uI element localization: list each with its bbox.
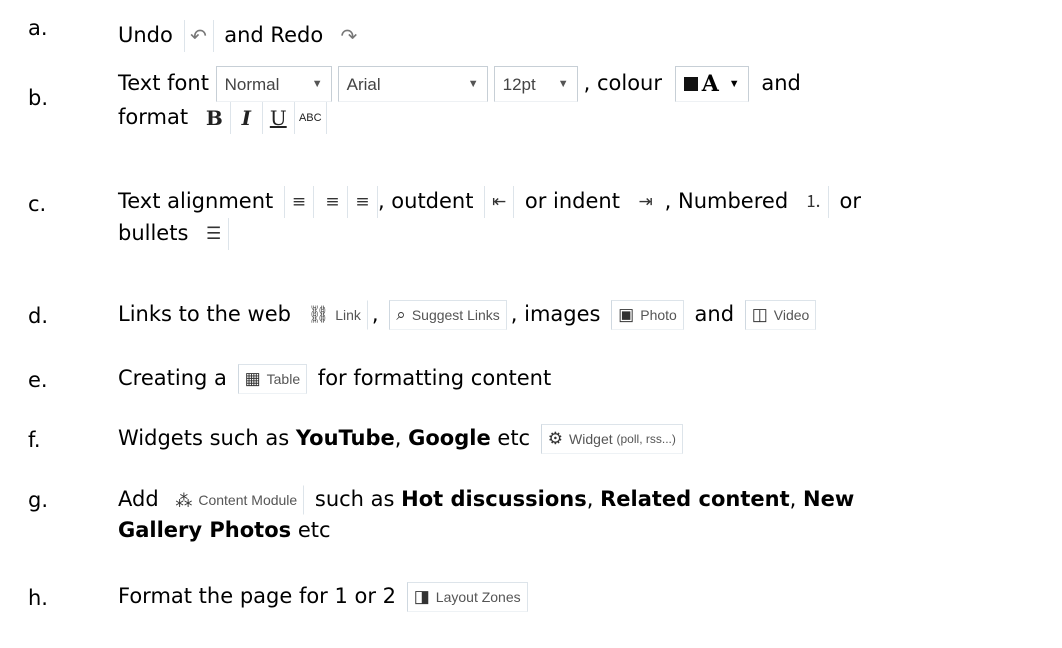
item-text: Text alignment	[118, 189, 274, 213]
item-text: , Numbered	[664, 189, 789, 213]
item-text: format	[118, 105, 189, 129]
item-text: , outdent	[377, 189, 474, 213]
item-text: or indent	[524, 189, 620, 213]
underline-button[interactable]: U	[263, 102, 295, 134]
item-text: etc	[497, 426, 531, 450]
item-text: for formatting content	[317, 366, 552, 390]
bullet-list-icon[interactable]: ☰	[199, 218, 230, 250]
item-text-bold: New	[803, 487, 855, 511]
item-text: , images	[510, 302, 601, 326]
video-camera-icon: ◫	[751, 305, 768, 324]
item-text-bold: Gallery Photos	[118, 518, 292, 542]
list-marker: h.	[28, 586, 48, 610]
bold-button[interactable]: B	[199, 102, 231, 134]
item-text: Widgets such as	[118, 426, 290, 450]
italic-button[interactable]: I	[231, 102, 263, 134]
item-text: such as	[314, 487, 395, 511]
redo-icon[interactable]: ↷	[334, 20, 364, 52]
spellcheck-button[interactable]: ABC	[295, 102, 327, 134]
item-text: etc	[297, 518, 331, 542]
image-icon: ▣	[618, 305, 635, 324]
align-center-icon[interactable]: ≡	[318, 186, 348, 218]
magnifier-icon: ⌕	[396, 305, 406, 324]
item-text-bold: Hot discussions	[401, 487, 587, 511]
table-button[interactable]: ▦ Table	[237, 364, 308, 394]
item-text: Creating a	[118, 366, 227, 390]
item-text-bold: Related content	[600, 487, 790, 511]
item-text: and Redo	[224, 23, 324, 47]
font-select[interactable]: Arial ▼	[337, 66, 488, 102]
align-right-icon[interactable]: ≡	[348, 186, 378, 218]
item-text: and	[694, 302, 735, 326]
item-text: Text font	[118, 71, 209, 95]
numbered-list-icon[interactable]: ⒈	[799, 186, 829, 218]
list-marker: d.	[28, 304, 49, 328]
photo-button[interactable]: ▣ Photo	[611, 300, 684, 330]
content-module-button[interactable]: ⁂ Content Module	[169, 485, 305, 515]
undo-icon[interactable]: ↶	[183, 20, 214, 52]
list-marker: c.	[28, 192, 47, 216]
outdent-icon[interactable]: ⇤	[484, 186, 515, 218]
item-text: Format the page for 1 or 2	[118, 584, 397, 608]
colour-swatch-icon	[683, 77, 698, 91]
suggest-links-button[interactable]: ⌕ Suggest Links	[389, 300, 507, 330]
list-marker: b.	[28, 86, 49, 110]
item-text: Links to the web	[118, 302, 291, 326]
list-marker: g.	[28, 488, 49, 512]
align-left-icon[interactable]: ≡	[283, 186, 314, 218]
table-icon: ▦	[244, 369, 261, 388]
list-marker: e.	[28, 368, 48, 392]
instruction-list: a. Undo ↶ and Redo ↷ b. Text font Normal…	[28, 16, 862, 612]
item-text-bold: Google	[408, 426, 491, 450]
chain-link-icon: ⛓	[307, 305, 330, 324]
size-select[interactable]: 12pt ▼	[493, 66, 578, 102]
item-text: , colour	[583, 71, 662, 95]
format-toolbar: B I U ABC	[199, 102, 327, 134]
item-text: or	[839, 189, 862, 213]
video-button[interactable]: ◫ Video	[744, 300, 817, 330]
layout-icon: ◨	[413, 587, 430, 606]
item-text: Add	[118, 487, 159, 511]
widget-button[interactable]: ⚙ Widget (poll, rss...)	[540, 424, 683, 454]
item-text-bold: YouTube	[295, 426, 395, 450]
module-icon: ⁂	[175, 490, 193, 510]
layout-zones-button[interactable]: ◨ Layout Zones	[406, 582, 528, 612]
gear-icon: ⚙	[547, 429, 564, 448]
style-select[interactable]: Normal ▼	[215, 66, 332, 102]
list-marker: a.	[28, 16, 48, 40]
item-text: bullets	[118, 221, 189, 245]
link-button[interactable]: ⛓ Link	[301, 300, 368, 330]
indent-icon[interactable]: ⇥	[631, 186, 661, 218]
item-text: and	[761, 71, 801, 95]
list-marker: f.	[28, 428, 41, 452]
text-colour-button[interactable]: A ▼	[674, 66, 749, 102]
item-text: Undo	[118, 23, 173, 47]
